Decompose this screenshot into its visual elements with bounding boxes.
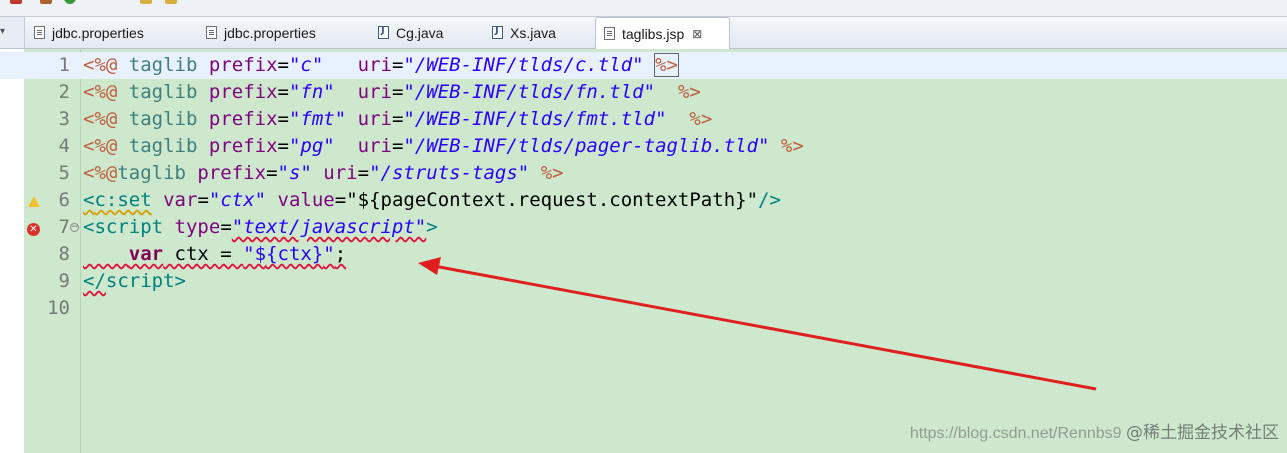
code-line-9[interactable]: 9 </script> bbox=[0, 268, 1287, 295]
code-text: </script> bbox=[83, 270, 186, 292]
line-number: 5 bbox=[58, 162, 70, 184]
line-number: 7 bbox=[58, 216, 70, 238]
jsp-file-icon bbox=[604, 27, 615, 40]
line-number: 4 bbox=[58, 135, 70, 157]
toolbar-save-icon[interactable] bbox=[10, 0, 22, 4]
code-line-8[interactable]: 8 var ctx = "${ctx}"; bbox=[0, 241, 1287, 268]
tab-label: Cg.java bbox=[396, 24, 444, 41]
tab-label: jdbc.properties bbox=[224, 24, 316, 41]
chevron-icon[interactable]: ▾ bbox=[0, 26, 5, 37]
tab-label: jdbc.properties bbox=[52, 24, 144, 41]
line-number: 3 bbox=[58, 108, 70, 130]
line-number: 8 bbox=[58, 243, 70, 265]
code-line-6[interactable]: 6 <c:set var="ctx" value="${pageContext.… bbox=[0, 187, 1287, 214]
tab-label: Xs.java bbox=[510, 24, 556, 41]
left-panel-header: ▾ bbox=[0, 17, 25, 48]
code-text: var ctx = "${ctx}"; bbox=[128, 243, 347, 265]
tab-jdbc-properties-2[interactable]: jdbc.properties bbox=[198, 17, 324, 48]
code-line-5[interactable]: 5 <%@taglib prefix="s" uri="/struts-tags… bbox=[0, 160, 1287, 187]
line-number: 10 bbox=[47, 297, 70, 319]
code-line-4[interactable]: 4 <%@ taglib prefix="pg" uri="/WEB-INF/t… bbox=[0, 133, 1287, 160]
line-number: 2 bbox=[58, 81, 70, 103]
tab-jdbc-properties-1[interactable]: jdbc.properties bbox=[26, 17, 152, 48]
java-file-icon bbox=[378, 25, 389, 39]
code-line-10[interactable]: 10 bbox=[0, 295, 1287, 322]
fold-toggle-icon[interactable]: − bbox=[70, 223, 79, 232]
code-text: <%@ taglib prefix="pg" uri="/WEB-INF/tld… bbox=[83, 135, 804, 157]
line-number: 9 bbox=[58, 270, 70, 292]
line-number: 1 bbox=[58, 54, 70, 76]
code-line-7[interactable]: 7 − <script type="text/javascript"> bbox=[0, 214, 1287, 241]
tab-label: taglibs.jsp bbox=[622, 25, 685, 42]
code-line-3[interactable]: 3 <%@ taglib prefix="fmt" uri="/WEB-INF/… bbox=[0, 106, 1287, 133]
close-tab-icon[interactable]: ⊠ bbox=[692, 27, 702, 41]
toolbar-run-icon[interactable] bbox=[40, 0, 52, 4]
code-text: <%@ taglib prefix="fn" uri="/WEB-INF/tld… bbox=[83, 81, 701, 103]
code-line-1[interactable]: 1 <%@ taglib prefix="c" uri="/WEB-INF/tl… bbox=[0, 52, 1287, 79]
toolbar-strip bbox=[0, 0, 1287, 17]
tab-taglibs-jsp[interactable]: taglibs.jsp ⊠ bbox=[595, 17, 730, 49]
code-text: <%@ taglib prefix="c" uri="/WEB-INF/tlds… bbox=[83, 53, 679, 77]
code-text: <%@taglib prefix="s" uri="/struts-tags" … bbox=[83, 162, 564, 184]
toolbar-search-icon[interactable] bbox=[165, 0, 177, 4]
code-text: <%@ taglib prefix="fmt" uri="/WEB-INF/tl… bbox=[83, 108, 713, 130]
toolbar-debug-icon[interactable] bbox=[64, 0, 76, 4]
properties-file-icon bbox=[34, 26, 45, 39]
java-file-icon bbox=[492, 25, 503, 39]
code-line-2[interactable]: 2 <%@ taglib prefix="fn" uri="/WEB-INF/t… bbox=[0, 79, 1287, 106]
code-text: <c:set var="ctx" value="${pageContext.re… bbox=[83, 189, 781, 211]
tab-cg-java[interactable]: Cg.java bbox=[370, 17, 451, 48]
properties-file-icon bbox=[206, 26, 217, 39]
code-text: <script type="text/javascript"> bbox=[83, 216, 438, 238]
tab-xs-java[interactable]: Xs.java bbox=[484, 17, 564, 48]
line-number: 6 bbox=[58, 189, 70, 211]
toolbar-folder-icon[interactable] bbox=[140, 0, 152, 4]
watermark: https://blog.csdn.net/Rennbs9 @稀土掘金技术社区 bbox=[909, 423, 1279, 443]
